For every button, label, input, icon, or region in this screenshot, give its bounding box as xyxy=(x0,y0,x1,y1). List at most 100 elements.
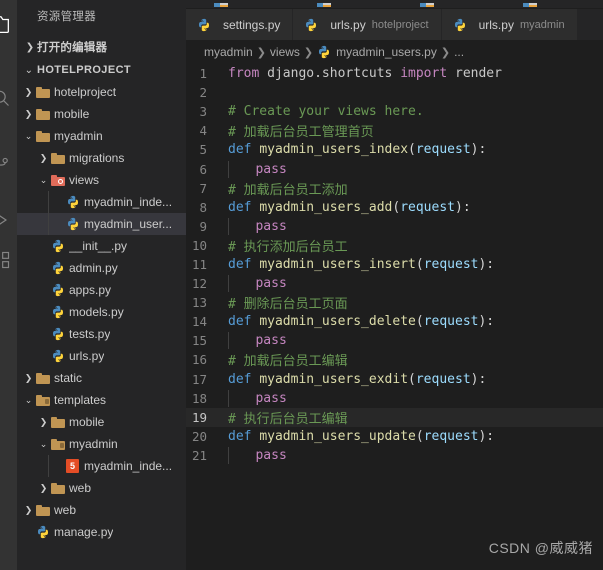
tree-item-migrations[interactable]: ❯ migrations xyxy=(17,147,186,169)
chevron-down-icon[interactable]: ⌄ xyxy=(38,439,49,449)
code-text: # 执行添加后台员工 xyxy=(228,236,348,255)
chevron-right-icon[interactable]: ❯ xyxy=(38,417,49,427)
tree-item-web[interactable]: ❯ web xyxy=(17,477,186,499)
editor-tab-settings-py[interactable]: settings.py xyxy=(186,9,294,40)
breadcrumb-item-myadmin[interactable]: myadmin xyxy=(204,45,253,59)
tree-item-__init__py[interactable]: __init__.py xyxy=(17,235,186,257)
code-line[interactable]: 2 xyxy=(186,83,603,102)
code-line[interactable]: 17 def myadmin_users_exdit(request): xyxy=(186,370,603,389)
code-line[interactable]: 13 # 删除后台员工页面 xyxy=(186,293,603,312)
run-debug-icon[interactable] xyxy=(0,205,16,235)
code-line[interactable]: 14 def myadmin_users_delete(request): xyxy=(186,312,603,331)
code-line[interactable]: 5 def myadmin_users_index(request): xyxy=(186,140,603,159)
code-line[interactable]: 6 pass xyxy=(186,159,603,178)
indent-guide xyxy=(48,213,49,235)
code-line[interactable]: 11 def myadmin_users_insert(request): xyxy=(186,255,603,274)
line-number: 17 xyxy=(191,371,207,387)
chevron-right-icon[interactable]: ❯ xyxy=(23,109,34,119)
code-editor[interactable]: 1 from django.shortcuts import render 2 3 # … xyxy=(186,64,603,570)
code-line[interactable]: 4 # 加载后台员工管理首页 xyxy=(186,121,603,140)
editor-tab-urls-py-hotelproject[interactable]: urls.py hotelproject xyxy=(293,9,442,40)
breadcrumb-item-[interactable]: ... xyxy=(454,45,464,59)
code-line[interactable]: 8 def myadmin_users_add(request): xyxy=(186,198,603,217)
code-token: from xyxy=(228,66,268,82)
tree-item-modelspy[interactable]: models.py xyxy=(17,301,186,323)
chevron-right-icon[interactable]: ❯ xyxy=(23,373,34,383)
code-token: ( xyxy=(415,314,424,330)
code-line[interactable]: 10 # 执行添加后台员工 xyxy=(186,236,603,255)
tree-item-hotelproject[interactable]: ❯ hotelproject xyxy=(17,81,186,103)
code-line[interactable]: 7 # 加载后台员工添加 xyxy=(186,179,603,198)
chevron-right-icon[interactable]: ❯ xyxy=(38,153,49,163)
chevron-down-icon[interactable]: ⌄ xyxy=(23,395,34,405)
code-line[interactable]: 12 pass xyxy=(186,274,603,293)
chevron-right-icon[interactable]: ❯ xyxy=(23,87,34,97)
chevron-down-icon[interactable]: ⌄ xyxy=(23,131,34,141)
editor-tab-urls-py-myadmin[interactable]: urls.py myadmin xyxy=(441,9,578,40)
folder-icon xyxy=(35,108,50,120)
search-icon[interactable] xyxy=(0,83,16,113)
extensions-icon[interactable] xyxy=(0,245,16,275)
code-token: request xyxy=(423,314,479,330)
folder-icon xyxy=(50,438,65,450)
project-root-row[interactable]: ⌄ HOTELPROJECT xyxy=(17,59,186,81)
tree-item-myadmin_inde[interactable]: 5 myadmin_inde... xyxy=(17,455,186,477)
folder-icon xyxy=(35,504,50,516)
folder-icon xyxy=(34,86,51,98)
python-file-icon xyxy=(49,261,66,275)
code-line[interactable]: 15 pass xyxy=(186,331,603,350)
code-token: def xyxy=(228,371,260,387)
tree-item-myadmin[interactable]: ⌄ myadmin xyxy=(17,125,186,147)
tree-item-static[interactable]: ❯ static xyxy=(17,367,186,389)
tree-item-appspy[interactable]: apps.py xyxy=(17,279,186,301)
breadcrumb-item-myadmin_userspy[interactable]: myadmin_users.py xyxy=(317,45,437,59)
clipped-tab[interactable] xyxy=(392,0,495,8)
code-token: ): xyxy=(478,256,495,272)
tree-item-mobile[interactable]: ❯ mobile xyxy=(17,103,186,125)
code-line[interactable]: 3 # Create your views here. xyxy=(186,102,603,121)
tree-item-adminpy[interactable]: admin.py xyxy=(17,257,186,279)
tree-item-urlspy[interactable]: urls.py xyxy=(17,345,186,367)
explorer-icon[interactable] xyxy=(0,10,16,40)
tree-item-label: apps.py xyxy=(69,283,112,297)
folder-icon xyxy=(34,130,51,142)
tree-item-label: tests.py xyxy=(69,327,111,341)
code-token: pass xyxy=(232,161,287,177)
tree-item-managepy[interactable]: manage.py xyxy=(17,521,186,543)
chevron-down-icon[interactable]: ⌄ xyxy=(38,175,49,185)
code-token: # 加载后台员工管理首页 xyxy=(228,125,374,141)
tree-item-templates[interactable]: ⌄ templates xyxy=(17,389,186,411)
tree-item-testspy[interactable]: tests.py xyxy=(17,323,186,345)
code-line[interactable]: 20 def myadmin_users_update(request): xyxy=(186,427,603,446)
breadcrumb: myadmin ❯ views ❯ myadmin_users.py ❯... xyxy=(186,40,603,64)
chevron-right-icon[interactable]: ❯ xyxy=(38,483,49,493)
tree-item-web[interactable]: ❯ web xyxy=(17,499,186,521)
code-token: ): xyxy=(455,199,471,215)
code-token: # 加载后台员工编辑 xyxy=(228,354,348,370)
code-line[interactable]: 9 pass xyxy=(186,217,603,236)
tree-item-myadmin[interactable]: ⌄ myadmin xyxy=(17,433,186,455)
source-control-icon[interactable] xyxy=(0,148,16,178)
tab-description: hotelproject xyxy=(371,18,429,31)
line-number: 20 xyxy=(191,428,207,444)
clipped-tab[interactable] xyxy=(495,0,598,8)
html5-file-icon: 5 xyxy=(64,459,81,473)
line-number: 3 xyxy=(199,104,207,120)
code-line[interactable]: 16 # 加载后台员工编辑 xyxy=(186,350,603,369)
code-line[interactable]: 1 from django.shortcuts import render xyxy=(186,64,603,83)
code-line[interactable]: 18 pass xyxy=(186,389,603,408)
code-line[interactable]: 19 # 执行后台员工编辑 xyxy=(186,407,603,427)
code-token: django.shortcuts xyxy=(267,66,393,82)
clipped-tab[interactable] xyxy=(289,0,392,8)
tree-item-mobile[interactable]: ❯ mobile xyxy=(17,411,186,433)
breadcrumb-item-views[interactable]: views xyxy=(270,45,300,59)
chevron-right-icon[interactable]: ❯ xyxy=(23,505,34,515)
clipped-tab[interactable] xyxy=(186,0,289,8)
code-line[interactable]: 21 pass xyxy=(186,446,603,465)
code-text: pass xyxy=(228,332,287,350)
tree-item-views[interactable]: ⌄ views xyxy=(17,169,186,191)
tree-item-myadmin_user[interactable]: myadmin_user... xyxy=(17,213,186,235)
open-editors-section[interactable]: ❯ 打开的编辑器 xyxy=(17,35,186,59)
tree-item-myadmin_inde[interactable]: myadmin_inde... xyxy=(17,191,186,213)
code-token: pass xyxy=(232,390,287,406)
